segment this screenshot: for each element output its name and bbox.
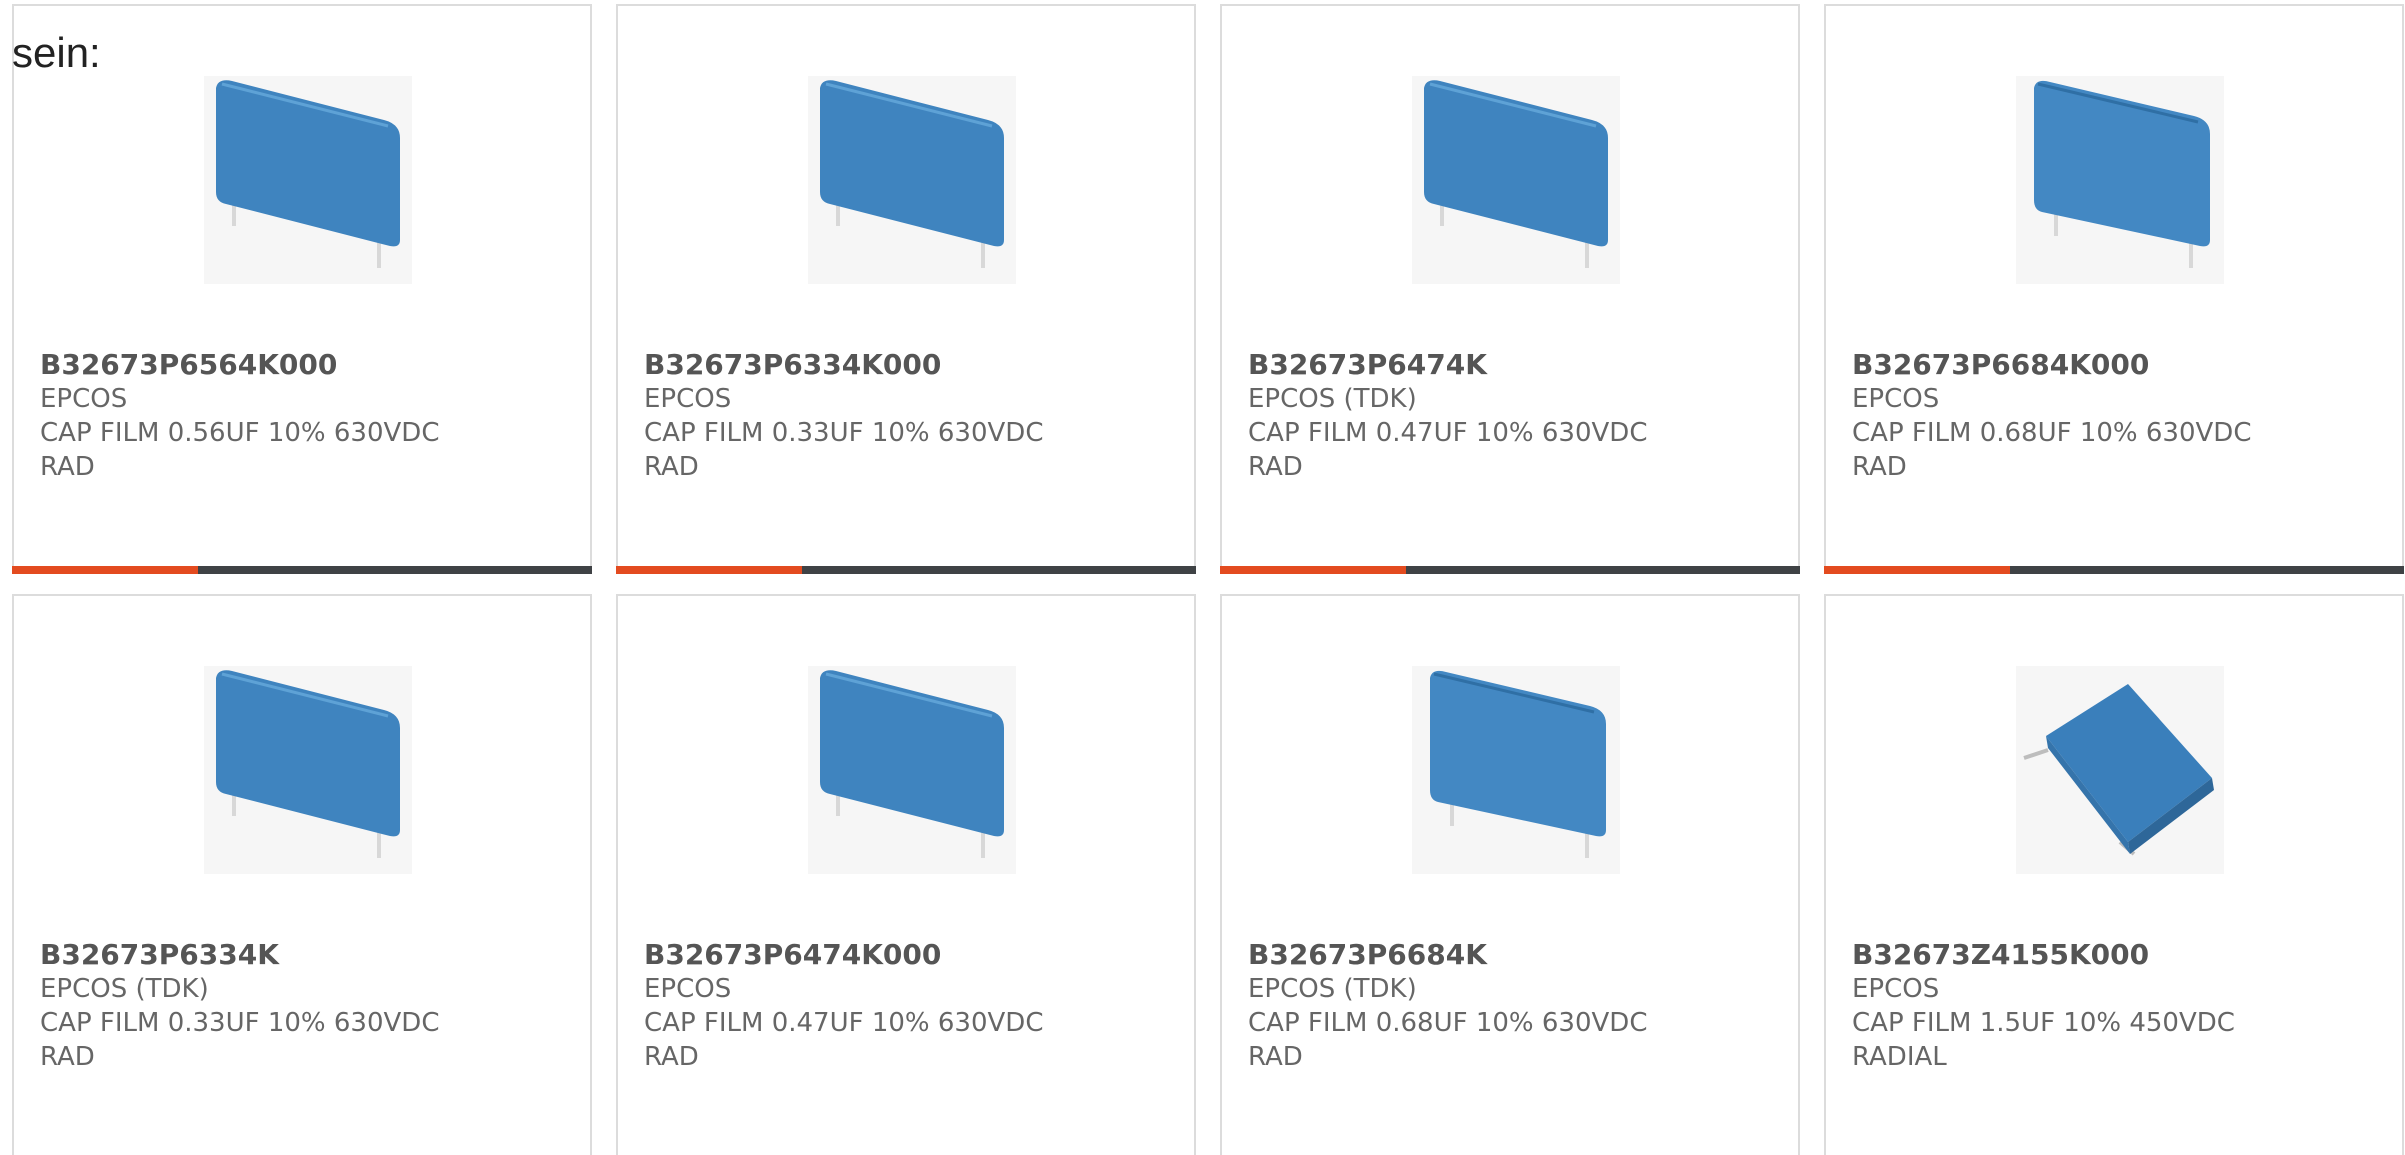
- description: CAP FILM 0.33UF 10% 630VDC: [40, 1008, 440, 1038]
- film-capacitor-icon: [2016, 76, 2224, 284]
- product-image[interactable]: [808, 76, 1016, 284]
- product-grid: B32673P6564K000 EPCOS CAP FILM 0.56UF 10…: [12, 4, 2405, 1155]
- description: CAP FILM 0.68UF 10% 630VDC: [1248, 1008, 1648, 1038]
- part-number[interactable]: B32673P6684K: [1248, 938, 1647, 972]
- product-card[interactable]: B32673Z4155K000 EPCOS CAP FILM 1.5UF 10%…: [1824, 594, 2404, 1155]
- manufacturer: EPCOS: [1852, 974, 1940, 1004]
- film-capacitor-icon: [1412, 76, 1620, 284]
- product-card[interactable]: B32673P6334K EPCOS (TDK) CAP FILM 0.33UF…: [12, 594, 592, 1155]
- product-info: B32673P6564K000 EPCOS CAP FILM 0.56UF 10…: [40, 348, 439, 484]
- product-listing-page: sein: B32673P6564K000 EPCOS CAP FILM 0.5…: [0, 0, 2405, 1155]
- part-number[interactable]: B32673P6334K: [40, 938, 439, 972]
- box-capacitor-icon: [2016, 666, 2224, 874]
- product-card[interactable]: B32673P6564K000 EPCOS CAP FILM 0.56UF 10…: [12, 4, 592, 574]
- part-number[interactable]: B32673P6684K000: [1852, 348, 2251, 382]
- lead-type: RADIAL: [1852, 1042, 1947, 1072]
- lead-type: RAD: [1248, 1042, 1303, 1072]
- film-capacitor-icon: [808, 666, 1016, 874]
- product-info: B32673Z4155K000 EPCOS CAP FILM 1.5UF 10%…: [1852, 938, 2235, 1074]
- product-image[interactable]: [204, 76, 412, 284]
- part-number[interactable]: B32673P6474K: [1248, 348, 1647, 382]
- description: CAP FILM 0.56UF 10% 630VDC: [40, 418, 440, 448]
- product-image[interactable]: [204, 666, 412, 874]
- product-card[interactable]: B32673P6474K EPCOS (TDK) CAP FILM 0.47UF…: [1220, 4, 1800, 574]
- progress-fill: [616, 566, 802, 574]
- film-capacitor-icon: [204, 666, 412, 874]
- film-capacitor-icon: [1412, 666, 1620, 874]
- product-card[interactable]: B32673P6474K000 EPCOS CAP FILM 0.47UF 10…: [616, 594, 1196, 1155]
- progress-bar: [616, 566, 1196, 574]
- lead-type: RAD: [644, 1042, 699, 1072]
- product-card[interactable]: B32673P6684K000 EPCOS CAP FILM 0.68UF 10…: [1824, 4, 2404, 574]
- lead-type: RAD: [1852, 452, 1907, 482]
- manufacturer: EPCOS (TDK): [40, 974, 209, 1004]
- product-image[interactable]: [808, 666, 1016, 874]
- part-number[interactable]: B32673Z4155K000: [1852, 938, 2235, 972]
- product-info: B32673P6684K000 EPCOS CAP FILM 0.68UF 10…: [1852, 348, 2251, 484]
- progress-fill: [1824, 566, 2010, 574]
- lead-type: RAD: [644, 452, 699, 482]
- progress-bar: [1824, 566, 2404, 574]
- lead-type: RAD: [40, 452, 95, 482]
- description: CAP FILM 0.68UF 10% 630VDC: [1852, 418, 2252, 448]
- description: CAP FILM 0.33UF 10% 630VDC: [644, 418, 1044, 448]
- manufacturer: EPCOS (TDK): [1248, 384, 1417, 414]
- manufacturer: EPCOS: [1852, 384, 1940, 414]
- progress-fill: [12, 566, 198, 574]
- part-number[interactable]: B32673P6564K000: [40, 348, 439, 382]
- manufacturer: EPCOS: [644, 974, 732, 1004]
- product-info: B32673P6474K000 EPCOS CAP FILM 0.47UF 10…: [644, 938, 1043, 1074]
- product-image[interactable]: [1412, 76, 1620, 284]
- product-info: B32673P6334K000 EPCOS CAP FILM 0.33UF 10…: [644, 348, 1043, 484]
- progress-bar: [12, 566, 592, 574]
- product-card[interactable]: B32673P6334K000 EPCOS CAP FILM 0.33UF 10…: [616, 4, 1196, 574]
- product-image[interactable]: [2016, 76, 2224, 284]
- product-image[interactable]: [2016, 666, 2224, 874]
- film-capacitor-icon: [204, 76, 412, 284]
- intro-text: sein:: [12, 29, 101, 76]
- description: CAP FILM 1.5UF 10% 450VDC: [1852, 1008, 2235, 1038]
- product-card[interactable]: B32673P6684K EPCOS (TDK) CAP FILM 0.68UF…: [1220, 594, 1800, 1155]
- description: CAP FILM 0.47UF 10% 630VDC: [644, 1008, 1044, 1038]
- description: CAP FILM 0.47UF 10% 630VDC: [1248, 418, 1648, 448]
- manufacturer: EPCOS: [40, 384, 128, 414]
- manufacturer: EPCOS (TDK): [1248, 974, 1417, 1004]
- part-number[interactable]: B32673P6334K000: [644, 348, 1043, 382]
- part-number[interactable]: B32673P6474K000: [644, 938, 1043, 972]
- lead-type: RAD: [1248, 452, 1303, 482]
- product-info: B32673P6684K EPCOS (TDK) CAP FILM 0.68UF…: [1248, 938, 1647, 1074]
- product-info: B32673P6334K EPCOS (TDK) CAP FILM 0.33UF…: [40, 938, 439, 1074]
- product-image[interactable]: [1412, 666, 1620, 874]
- film-capacitor-icon: [808, 76, 1016, 284]
- product-info: B32673P6474K EPCOS (TDK) CAP FILM 0.47UF…: [1248, 348, 1647, 484]
- progress-bar: [1220, 566, 1800, 574]
- lead-type: RAD: [40, 1042, 95, 1072]
- manufacturer: EPCOS: [644, 384, 732, 414]
- progress-fill: [1220, 566, 1406, 574]
